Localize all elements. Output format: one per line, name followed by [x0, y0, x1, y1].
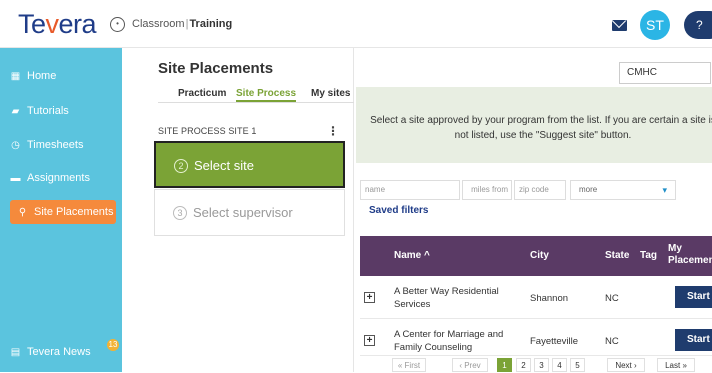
step-number: 2: [174, 159, 188, 173]
sidebar-item-label: Timesheets: [27, 139, 84, 151]
tab-practicum[interactable]: Practicum: [178, 88, 226, 99]
tutorials-icon: ▰: [11, 106, 20, 117]
name-search-input[interactable]: name: [360, 180, 460, 200]
col-tag[interactable]: Tag: [640, 250, 657, 261]
site-state: NC: [605, 336, 619, 347]
page-title: Site Placements: [158, 60, 274, 77]
expand-row-icon[interactable]: +: [364, 292, 375, 303]
folder-icon: ▬: [10, 173, 21, 184]
timer-icon: ◷: [11, 140, 20, 151]
pager-page-4[interactable]: 4: [552, 358, 567, 372]
tevera-logo[interactable]: Tevera: [18, 9, 97, 40]
col-city[interactable]: City: [530, 250, 549, 261]
pager-page-2[interactable]: 2: [516, 358, 531, 372]
site-state: NC: [605, 293, 619, 304]
step-select-supervisor[interactable]: 3 Select supervisor: [154, 189, 345, 236]
sidebar-item-label: Tevera News: [27, 346, 91, 358]
site-city: Fayetteville: [530, 336, 579, 347]
help-button[interactable]: ?: [684, 11, 712, 39]
expand-row-icon[interactable]: +: [364, 335, 375, 346]
col-name-sort[interactable]: Name ^: [394, 250, 430, 261]
news-icon: ▤: [10, 347, 21, 358]
news-count-badge: 13: [107, 339, 119, 351]
site-city: Shannon: [530, 293, 569, 304]
step-label: Select supervisor: [193, 205, 293, 220]
sidebar-item-site-placements[interactable]: ⚲ Site Placements: [10, 200, 116, 224]
site-name: A Better Way Residential Services: [394, 286, 499, 310]
more-options-icon[interactable]: ⋮: [327, 124, 339, 138]
classroom-switch-icon[interactable]: •: [110, 17, 125, 32]
more-filters-select[interactable]: more: [570, 180, 676, 200]
saved-filters-link[interactable]: Saved filters: [369, 205, 428, 216]
location-pin-icon: ⚲: [18, 207, 27, 218]
instructions-text: Select a site approved by your program f…: [370, 115, 712, 141]
sidebar-item-timesheets[interactable]: ◷ Timesheets: [0, 133, 122, 157]
pager-page-5[interactable]: 5: [570, 358, 585, 372]
pager-page-1[interactable]: 1: [497, 358, 512, 372]
program-filter-select[interactable]: CMHC: [619, 62, 711, 84]
col-my-placement: My Placement: [668, 243, 712, 266]
tabs-divider: [158, 102, 354, 103]
sidebar-item-tevera-news[interactable]: ▤ Tevera News: [0, 340, 122, 364]
help-icon: ?: [696, 18, 703, 32]
start-button[interactable]: Start: [675, 286, 712, 308]
miles-from-input[interactable]: miles from: [462, 180, 512, 200]
start-button[interactable]: Start: [675, 329, 712, 351]
zip-code-input[interactable]: zip code: [514, 180, 566, 200]
pager-next[interactable]: Next ›: [607, 358, 645, 372]
sidebar-item-home[interactable]: ▦ Home: [0, 64, 122, 88]
breadcrumb: Classroom|Training: [132, 18, 233, 30]
table-row: + A Better Way Residential Services Shan…: [360, 277, 712, 319]
step-number: 3: [173, 206, 187, 220]
pagination: « First ‹ Prev 1 2 3 4 5 Next › Last »: [356, 356, 712, 372]
pager-page-3[interactable]: 3: [534, 358, 549, 372]
sidebar-item-label: Home: [27, 70, 57, 82]
pager-first[interactable]: « First: [392, 358, 426, 372]
site-name: A Center for Marriage and Family Counsel…: [394, 329, 504, 353]
top-bar: Tevera • Classroom|Training ST ?: [0, 0, 712, 48]
mail-icon[interactable]: [612, 20, 627, 31]
tab-site-process[interactable]: Site Process: [236, 88, 297, 102]
breadcrumb-training[interactable]: Training: [189, 18, 232, 30]
home-icon: ▦: [10, 71, 21, 82]
pager-prev[interactable]: ‹ Prev: [452, 358, 488, 372]
site-process-step-header: SITE PROCESS SITE 1: [158, 126, 257, 136]
sidebar-item-label: Assignments: [27, 172, 90, 184]
user-avatar[interactable]: ST: [640, 10, 670, 40]
sidebar-item-label: Tutorials: [27, 105, 69, 117]
step-select-site[interactable]: 2 Select site: [154, 141, 345, 188]
breadcrumb-classroom[interactable]: Classroom: [132, 18, 185, 30]
col-state[interactable]: State: [605, 250, 629, 261]
sites-table-header: Name ^ City State Tag My Placement: [360, 236, 712, 276]
sidebar-item-assignments[interactable]: ▬ Assignments: [0, 166, 122, 190]
step-label: Select site: [194, 158, 254, 173]
pager-last[interactable]: Last »: [657, 358, 695, 372]
tab-my-sites[interactable]: My sites: [311, 88, 350, 99]
sidebar-item-tutorials[interactable]: ▰ Tutorials: [0, 99, 122, 123]
sidebar-item-label: Site Placements: [34, 206, 114, 218]
table-row: + A Center for Marriage and Family Couns…: [360, 320, 712, 356]
